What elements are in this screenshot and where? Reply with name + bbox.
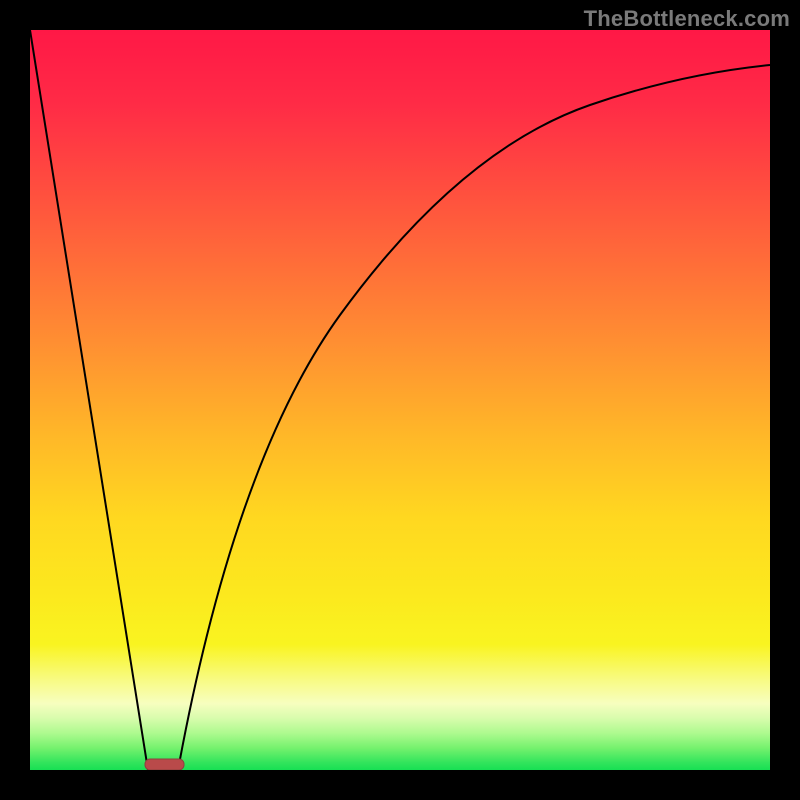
curve-left-branch [30, 30, 148, 770]
watermark-text: TheBottleneck.com [584, 6, 790, 32]
chart-frame: TheBottleneck.com [0, 0, 800, 800]
bottleneck-curve [30, 30, 770, 770]
plot-area [30, 30, 770, 770]
trough-marker [145, 759, 184, 770]
curve-right-branch [178, 65, 770, 770]
